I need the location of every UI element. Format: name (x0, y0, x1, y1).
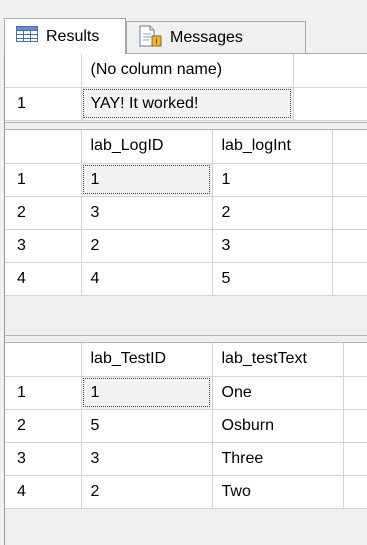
row-number-header (5, 54, 82, 88)
row-number[interactable]: 2 (5, 409, 82, 443)
column-header[interactable]: lab_TestID (81, 343, 213, 377)
empty-cell (343, 376, 367, 410)
messages-icon: i (138, 25, 162, 52)
row-number[interactable]: 4 (5, 475, 82, 509)
column-header[interactable]: (No column name) (81, 54, 294, 88)
row-number[interactable]: 1 (5, 376, 82, 410)
grid-separator (5, 122, 367, 130)
grid-cell[interactable]: 5 (81, 409, 213, 443)
row-number[interactable]: 3 (5, 442, 82, 476)
row-number[interactable]: 3 (5, 229, 82, 263)
table-row: 3 3 Three (5, 442, 367, 476)
tab-messages[interactable]: i Messages (126, 21, 306, 54)
row-number-header (5, 130, 82, 164)
grid-cell[interactable]: 1 (81, 376, 213, 410)
grid-cell[interactable]: 3 (81, 196, 213, 230)
empty-cell (343, 475, 367, 509)
table-row: 2 5 Osburn (5, 409, 367, 443)
column-header[interactable]: lab_LogID (81, 130, 213, 164)
empty-cell (332, 196, 367, 230)
table-row: 1 1 One (5, 376, 367, 410)
grid-separator (5, 335, 367, 343)
table-row: 1 1 1 (5, 163, 367, 197)
grid-cell[interactable]: Osburn (212, 409, 344, 443)
grid-cell[interactable]: 4 (81, 262, 213, 296)
svg-text:i: i (155, 37, 157, 46)
grid-cell[interactable]: YAY! It worked! (81, 87, 294, 121)
table-row: 2 3 2 (5, 196, 367, 230)
empty-cell (343, 409, 367, 443)
table-row: 4 2 Two (5, 475, 367, 509)
empty-cell (332, 163, 367, 197)
grid-cell[interactable]: Two (212, 475, 344, 509)
row-number[interactable]: 1 (5, 163, 82, 197)
grid-cell[interactable]: 5 (212, 262, 333, 296)
empty-cell (293, 54, 367, 88)
empty-cell (343, 343, 367, 377)
grid-header-row: (No column name) (5, 54, 367, 88)
row-number[interactable]: 2 (5, 196, 82, 230)
result-grid-2: lab_LogID lab_logInt 1 1 1 2 3 2 3 2 3 4… (5, 130, 367, 296)
result-grid-1: (No column name) 1 YAY! It worked! (5, 54, 367, 121)
column-header[interactable]: lab_logInt (212, 130, 333, 164)
tab-results[interactable]: Results (4, 18, 126, 54)
table-row: 3 2 3 (5, 229, 367, 263)
grid-header-row: lab_TestID lab_testText (5, 343, 367, 377)
table-row: 1 YAY! It worked! (5, 87, 367, 121)
row-number-header (5, 343, 82, 377)
grid-icon (16, 26, 38, 47)
empty-cell (293, 87, 367, 121)
grid-cell[interactable]: 3 (81, 442, 213, 476)
empty-cell (332, 130, 367, 164)
tab-messages-label: Messages (170, 29, 243, 46)
row-number[interactable]: 4 (5, 262, 82, 296)
tab-results-label: Results (46, 27, 100, 45)
empty-cell (332, 262, 367, 296)
result-grid-3: lab_TestID lab_testText 1 1 One 2 5 Osbu… (5, 343, 367, 509)
grid-cell[interactable]: 2 (81, 229, 213, 263)
column-header[interactable]: lab_testText (212, 343, 344, 377)
grid-cell[interactable]: 1 (81, 163, 213, 197)
grid-cell[interactable]: 1 (212, 163, 333, 197)
grid-cell[interactable]: 2 (81, 475, 213, 509)
empty-cell (332, 229, 367, 263)
empty-cell (343, 442, 367, 476)
table-row: 4 4 5 (5, 262, 367, 296)
grid-cell[interactable]: 3 (212, 229, 333, 263)
grid-cell[interactable]: Three (212, 442, 344, 476)
row-number[interactable]: 1 (5, 87, 82, 121)
grid-cell[interactable]: 2 (212, 196, 333, 230)
grid-header-row: lab_LogID lab_logInt (5, 130, 367, 164)
grid-cell[interactable]: One (212, 376, 344, 410)
